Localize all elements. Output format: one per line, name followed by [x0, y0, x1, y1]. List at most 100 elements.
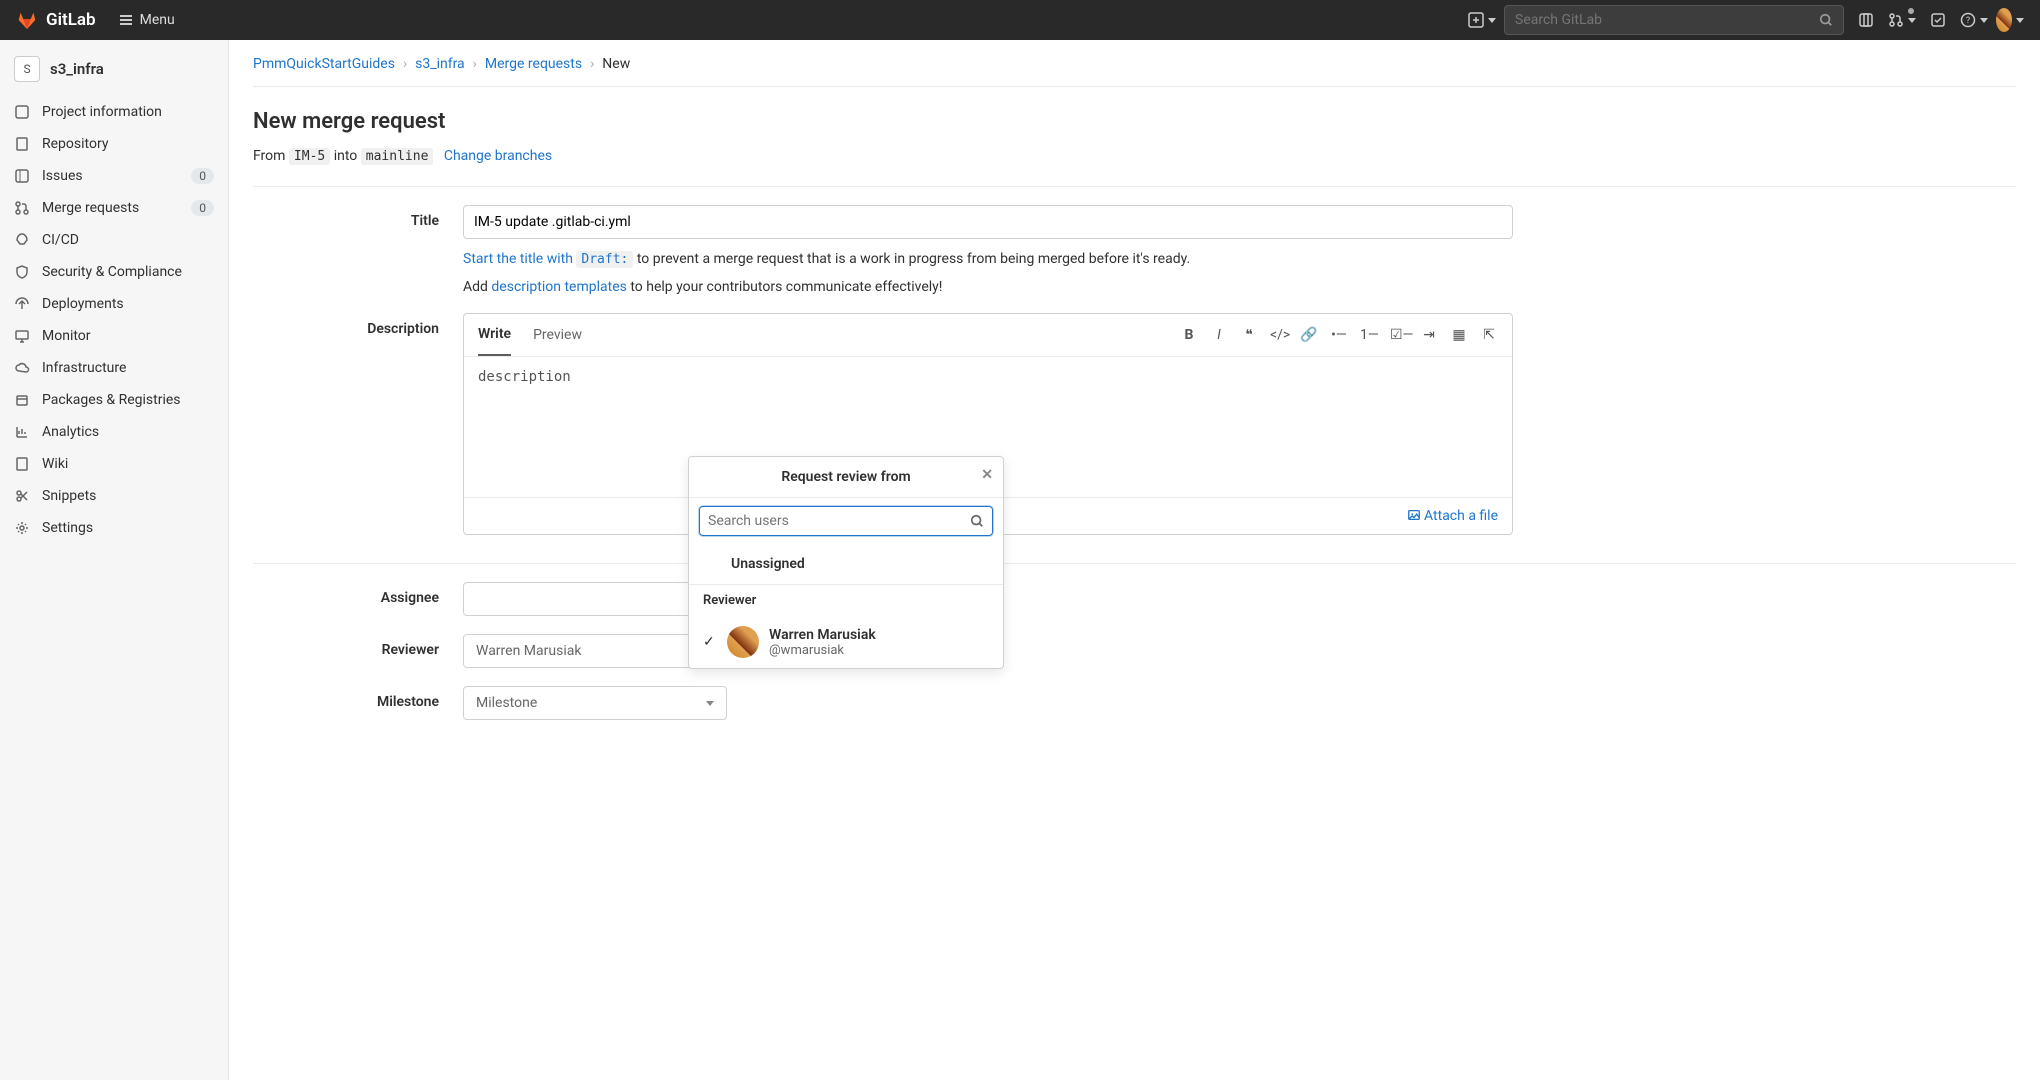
deploy-icon	[14, 296, 30, 312]
package-icon	[14, 392, 30, 408]
hamburger-icon	[118, 12, 134, 28]
table-icon[interactable]: ▦	[1450, 327, 1468, 343]
attach-file-link[interactable]: Attach a file	[1407, 508, 1498, 524]
help-dropdown[interactable]: ?	[1960, 6, 1988, 34]
assignee-label: Assignee	[253, 582, 463, 616]
code-icon[interactable]: </>	[1270, 327, 1288, 343]
indent-icon[interactable]: ⇥	[1420, 327, 1438, 343]
search-icon	[970, 514, 984, 528]
milestone-label: Milestone	[253, 686, 463, 720]
tab-preview[interactable]: Preview	[533, 315, 582, 355]
shield-icon	[14, 264, 30, 280]
sidebar-item-label: Merge requests	[42, 200, 179, 216]
sidebar-item-label: Deployments	[42, 296, 214, 312]
reviewer-popover: Request review from ✕ Unassigned Reviewe…	[688, 456, 1004, 669]
user-avatar-icon	[1996, 8, 2012, 32]
fullscreen-icon[interactable]: ⇱	[1480, 327, 1498, 343]
project-header[interactable]: S s3_infra	[0, 48, 228, 96]
sidebar-item-settings[interactable]: Settings	[0, 512, 228, 544]
sidebar-item-label: Monitor	[42, 328, 214, 344]
sidebar-item-repository[interactable]: Repository	[0, 128, 228, 160]
todos-shortcut[interactable]	[1924, 6, 1952, 34]
task-list-icon[interactable]: ☑―	[1390, 327, 1408, 343]
image-icon	[1407, 508, 1421, 522]
menu-button[interactable]: Menu	[118, 12, 175, 28]
sidebar-item-label: Wiki	[42, 456, 214, 472]
branch-info: From IM-5 into mainline Change branches	[253, 148, 2016, 164]
milestone-dropdown[interactable]: Milestone	[463, 686, 727, 720]
sidebar-item-snippets[interactable]: Snippets	[0, 480, 228, 512]
sidebar: S s3_infra Project information Repositor…	[0, 40, 229, 1080]
bold-icon[interactable]: B	[1180, 327, 1198, 343]
template-hint: Add description templates to help your c…	[463, 279, 1513, 295]
sidebar-item-label: CI/CD	[42, 232, 214, 248]
issues-shortcut[interactable]	[1852, 6, 1880, 34]
draft-code-link[interactable]: Draft:	[576, 251, 633, 267]
draft-hint: Start the title with Draft: to prevent a…	[463, 251, 1513, 267]
breadcrumb-current: New	[602, 56, 630, 72]
project-name: s3_infra	[50, 60, 104, 78]
user-search[interactable]	[699, 506, 993, 536]
todo-icon	[1930, 12, 1946, 28]
draft-prefix-link[interactable]: Start the title with	[463, 251, 576, 267]
sidebar-item-cicd[interactable]: CI/CD	[0, 224, 228, 256]
create-dropdown[interactable]	[1468, 6, 1496, 34]
scissors-icon	[14, 488, 30, 504]
global-search[interactable]	[1504, 5, 1844, 35]
gear-icon	[14, 520, 30, 536]
close-icon[interactable]: ✕	[981, 467, 993, 483]
issues-icon	[14, 168, 30, 184]
sidebar-item-merge-requests[interactable]: Merge requests0	[0, 192, 228, 224]
user-menu[interactable]	[1996, 6, 2024, 34]
sidebar-item-packages[interactable]: Packages & Registries	[0, 384, 228, 416]
breadcrumb-group[interactable]: PmmQuickStartGuides	[253, 56, 395, 72]
sidebar-item-wiki[interactable]: Wiki	[0, 448, 228, 480]
sidebar-item-issues[interactable]: Issues0	[0, 160, 228, 192]
count-badge: 0	[191, 168, 214, 184]
rocket-icon	[14, 232, 30, 248]
title-label: Title	[253, 205, 463, 295]
check-icon: ✓	[703, 634, 717, 650]
breadcrumb-section[interactable]: Merge requests	[485, 56, 582, 72]
search-input[interactable]	[1515, 12, 1819, 28]
option-unassigned[interactable]: Unassigned	[689, 544, 1003, 584]
sidebar-item-analytics[interactable]: Analytics	[0, 416, 228, 448]
description-label: Description	[253, 313, 463, 535]
monitor-icon	[14, 328, 30, 344]
sidebar-item-infrastructure[interactable]: Infrastructure	[0, 352, 228, 384]
option-user[interactable]: ✓ Warren Marusiak @wmarusiak	[689, 616, 1003, 668]
popover-section-label: Reviewer	[689, 584, 1003, 616]
title-input[interactable]	[463, 205, 1513, 239]
description-templates-link[interactable]: description templates	[491, 279, 626, 295]
cloud-icon	[14, 360, 30, 376]
merge-icon	[14, 200, 30, 216]
user-search-input[interactable]	[708, 513, 970, 529]
sidebar-item-label: Snippets	[42, 488, 214, 504]
sidebar-item-security[interactable]: Security & Compliance	[0, 256, 228, 288]
repo-icon	[14, 136, 30, 152]
issues-icon	[1858, 12, 1874, 28]
sidebar-item-deployments[interactable]: Deployments	[0, 288, 228, 320]
change-branches-link[interactable]: Change branches	[444, 148, 552, 164]
sidebar-item-monitor[interactable]: Monitor	[0, 320, 228, 352]
info-icon	[14, 104, 30, 120]
sidebar-item-label: Infrastructure	[42, 360, 214, 376]
sidebar-item-label: Analytics	[42, 424, 214, 440]
chart-icon	[14, 424, 30, 440]
italic-icon[interactable]: I	[1210, 327, 1228, 343]
link-icon[interactable]: 🔗	[1300, 327, 1318, 343]
tab-write[interactable]: Write	[478, 314, 511, 356]
gitlab-logo-icon	[16, 9, 38, 31]
editor-toolbar: B I ❝ </> 🔗 •― 1― ☑― ⇥ ▦ ⇱	[1180, 327, 1498, 343]
quote-icon[interactable]: ❝	[1240, 327, 1258, 343]
sidebar-item-project-info[interactable]: Project information	[0, 96, 228, 128]
bullet-list-icon[interactable]: •―	[1330, 327, 1348, 343]
breadcrumb: PmmQuickStartGuides› s3_infra› Merge req…	[253, 56, 2016, 86]
breadcrumb-project[interactable]: s3_infra	[415, 56, 465, 72]
number-list-icon[interactable]: 1―	[1360, 327, 1378, 343]
search-icon	[1819, 13, 1833, 27]
merge-requests-dropdown[interactable]	[1888, 6, 1916, 34]
brand: GitLab	[46, 10, 96, 30]
sidebar-item-label: Project information	[42, 104, 214, 120]
svg-text:?: ?	[1966, 16, 1970, 26]
